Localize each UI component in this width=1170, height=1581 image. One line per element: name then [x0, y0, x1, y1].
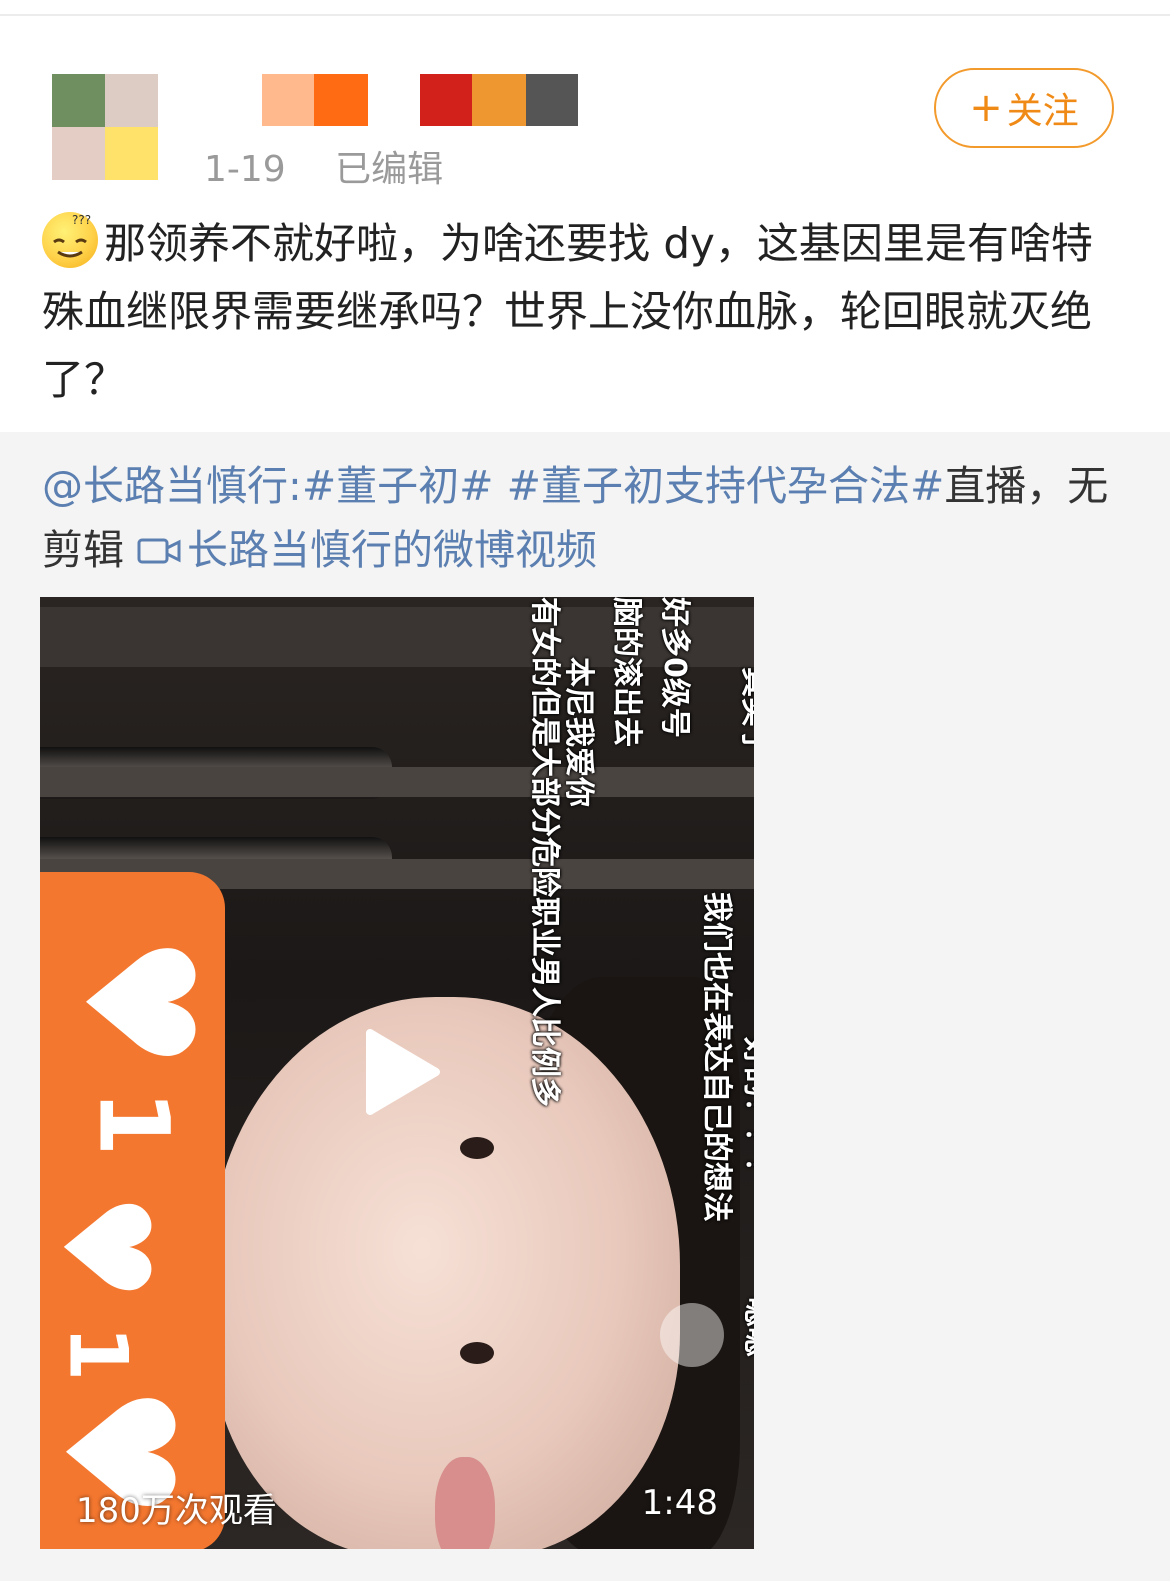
- follow-button[interactable]: + 关注: [934, 68, 1114, 148]
- video-views: 180万次观看: [76, 1491, 277, 1531]
- follow-label: 关注: [1006, 91, 1079, 132]
- eye: [460, 1342, 494, 1364]
- avatar-cell: [105, 74, 158, 127]
- repost-text: @长路当慎行:#董子初# #董子初支持代孕合法#直播，无剪辑 长路当慎行的微博视…: [42, 454, 1132, 582]
- avatar-cell: [105, 127, 158, 180]
- repost-card[interactable]: @长路当慎行:#董子初# #董子初支持代孕合法#直播，无剪辑 长路当慎行的微博视…: [0, 432, 1170, 1581]
- danmaku: 真实了: [737, 667, 754, 757]
- danmaku: 好的！！！: [739, 1037, 754, 1187]
- danmaku: 脑的滚出去: [609, 597, 644, 747]
- mention-link[interactable]: @长路当慎行: [42, 462, 288, 510]
- username-mosaic-block: [420, 74, 472, 126]
- like-count: 1: [77, 1089, 190, 1157]
- username-mosaic-block: [314, 74, 368, 126]
- circle-badge: [660, 1303, 724, 1367]
- svg-text:???: ???: [72, 213, 91, 227]
- top-divider: [0, 14, 1170, 16]
- video-duration: 1:48: [641, 1483, 718, 1523]
- username-mosaic-block: [472, 74, 526, 126]
- username-mosaic-block: [262, 74, 314, 126]
- face: [210, 997, 680, 1549]
- video-link-label: 长路当慎行的微博视频: [187, 526, 598, 574]
- mention-colon: :: [288, 462, 302, 510]
- danmaku: 嗯嗯: [739, 1297, 754, 1357]
- danmaku: 好多0级号: [657, 597, 692, 738]
- video-link[interactable]: 长路当慎行的微博视频: [137, 526, 597, 574]
- railing: [40, 767, 754, 797]
- hashtag-link[interactable]: #董子初#: [302, 462, 494, 510]
- danmaku: 有女的但是大部分危险职业男人比例多: [527, 597, 562, 1107]
- avatar-cell: [52, 74, 105, 127]
- like-count: 1: [51, 1325, 145, 1382]
- plus-icon: +: [969, 85, 1003, 131]
- username-mosaic-block: [526, 74, 578, 126]
- avatar-cell: [52, 127, 105, 180]
- video-camera-icon: [137, 538, 181, 564]
- lips: [435, 1457, 495, 1549]
- edited-label: 已编辑: [335, 149, 444, 190]
- danmaku: 我们也在表达自己的想法: [699, 892, 734, 1222]
- heart-icon: ♥: [50, 934, 225, 1070]
- post-date: 1-19: [204, 149, 286, 190]
- heart-icon: ♥: [40, 1193, 174, 1301]
- thinking-smile-emoji-icon: ???: [42, 212, 98, 268]
- post-meta: 1-19 已编辑: [204, 140, 443, 192]
- video-player[interactable]: ♥ 1 ♥ 1 ♥ 真实了 好多0级号 脑的滚出去 本尼我爱你 有女的但是大部分…: [40, 597, 754, 1549]
- hashtag-link[interactable]: #董子初支持代孕合法#: [507, 462, 945, 510]
- eye: [460, 1137, 494, 1159]
- avatar[interactable]: [52, 74, 158, 180]
- play-icon[interactable]: [362, 1027, 442, 1117]
- post-body: 那领养不就好啦，为啥还要找 dy，这基因里是有啥特殊血继限界需要继承吗？世界上没…: [42, 219, 1093, 404]
- post-text: ??? 那领养不就好啦，为啥还要找 dy，这基因里是有啥特殊血继限界需要继承吗？…: [42, 210, 1132, 414]
